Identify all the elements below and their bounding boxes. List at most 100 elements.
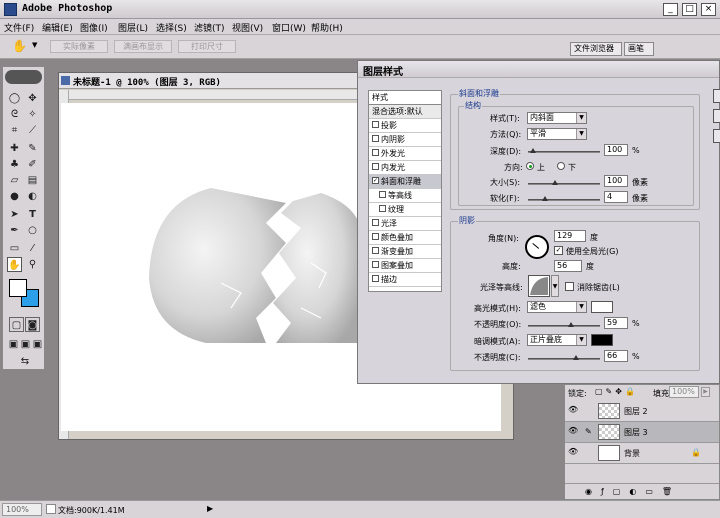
tab-brushes[interactable]: 画笔: [624, 42, 654, 56]
zoom-input[interactable]: 100%: [2, 503, 42, 516]
style-inner-shadow[interactable]: 内阴影: [369, 133, 441, 147]
style-gradient-overlay[interactable]: 渐变叠加: [369, 245, 441, 259]
shadow-opacity-input[interactable]: 66: [604, 350, 628, 362]
cancel-button-edge[interactable]: [713, 109, 720, 123]
size-slider[interactable]: [528, 180, 600, 185]
technique-select[interactable]: 平滑 ▼: [527, 128, 587, 140]
checkbox[interactable]: [379, 205, 386, 212]
style-select[interactable]: 内斜面 ▼: [527, 112, 587, 124]
tab-file-browser[interactable]: 文件浏览器: [570, 42, 622, 56]
shadow-opacity-slider[interactable]: [528, 355, 600, 360]
standard-mode-icon[interactable]: ▢: [9, 317, 24, 332]
close-button[interactable]: ×: [701, 3, 716, 16]
menu-image[interactable]: 图像(I): [80, 21, 108, 34]
healing-icon[interactable]: ✚: [7, 141, 22, 156]
global-light-checkbox[interactable]: ✓: [554, 246, 563, 255]
minimize-button[interactable]: _: [663, 3, 678, 16]
style-pattern-overlay[interactable]: 图案叠加: [369, 259, 441, 273]
eye-icon[interactable]: 👁: [568, 427, 578, 435]
menu-layer[interactable]: 图层(L): [118, 21, 148, 34]
checkbox[interactable]: [372, 149, 379, 156]
angle-dial[interactable]: [525, 235, 549, 259]
hand-icon[interactable]: ✋: [7, 257, 22, 272]
stamp-icon[interactable]: ♣: [7, 157, 22, 172]
notes-icon[interactable]: ▭: [7, 241, 22, 256]
angle-input[interactable]: 129: [554, 230, 586, 242]
checkbox[interactable]: [372, 219, 379, 226]
layer-row[interactable]: 👁 图层 2: [565, 401, 719, 422]
history-brush-icon[interactable]: ✐: [25, 157, 40, 172]
lock-icons[interactable]: ▢✎✥🔒: [595, 387, 638, 396]
path-select-icon[interactable]: ➤: [7, 207, 22, 222]
checkbox-checked[interactable]: ✓: [372, 177, 379, 184]
menu-view[interactable]: 视图(V): [232, 21, 263, 34]
pen-icon[interactable]: ✒: [7, 223, 22, 238]
gradient-icon[interactable]: ▤: [25, 173, 40, 188]
shape-icon[interactable]: ○: [25, 223, 40, 238]
marquee-icon[interactable]: ◯: [7, 91, 22, 106]
style-blending-options[interactable]: 混合选项:默认: [369, 105, 441, 119]
quickmask-mode-icon[interactable]: ◙: [25, 317, 40, 332]
slider-thumb[interactable]: [568, 322, 574, 327]
eraser-icon[interactable]: ▱: [7, 173, 22, 188]
menu-edit[interactable]: 编辑(E): [42, 21, 73, 34]
slider-thumb[interactable]: [542, 196, 548, 201]
style-texture[interactable]: 纹理: [369, 203, 441, 217]
soften-slider[interactable]: [528, 196, 600, 201]
chevron-down-icon[interactable]: ▼: [551, 275, 559, 297]
actual-pixels-button[interactable]: 实际像素: [50, 40, 108, 53]
highlight-color-swatch[interactable]: [591, 301, 613, 313]
layer-row[interactable]: 👁 背景 🔒: [565, 443, 719, 464]
menu-filter[interactable]: 滤镜(T): [194, 21, 225, 34]
style-color-overlay[interactable]: 颜色叠加: [369, 231, 441, 245]
style-bevel-emboss[interactable]: ✓ 斜面和浮雕: [369, 175, 441, 189]
layers-bottom-toolbar[interactable]: ◉ƒ▢◐▭🗑: [565, 483, 719, 499]
size-input[interactable]: 100: [604, 175, 628, 187]
eyedropper-icon[interactable]: ⁄: [25, 241, 40, 256]
slider-thumb[interactable]: [573, 355, 579, 360]
blur-icon[interactable]: ●: [7, 189, 22, 204]
foreground-color-swatch[interactable]: [9, 279, 27, 297]
style-drop-shadow[interactable]: 投影: [369, 119, 441, 133]
type-icon[interactable]: T: [25, 207, 40, 222]
gloss-contour-picker[interactable]: [528, 275, 550, 297]
style-stroke[interactable]: 描边: [369, 273, 441, 287]
dodge-icon[interactable]: ◐: [25, 189, 40, 204]
style-outer-glow[interactable]: 外发光: [369, 147, 441, 161]
checkbox[interactable]: [372, 261, 379, 268]
brush-icon[interactable]: ✎: [25, 141, 40, 156]
print-size-button[interactable]: 打印尺寸: [178, 40, 236, 53]
move-icon[interactable]: ✥: [25, 91, 40, 106]
menu-window[interactable]: 窗口(W): [272, 21, 306, 34]
highlight-opacity-input[interactable]: 59: [604, 317, 628, 329]
checkbox[interactable]: [372, 233, 379, 240]
depth-slider[interactable]: [528, 148, 600, 153]
altitude-input[interactable]: 56: [554, 260, 582, 272]
chevron-right-icon[interactable]: ▶: [207, 504, 213, 513]
highlight-mode-select[interactable]: 滤色 ▼: [527, 301, 587, 313]
checkbox[interactable]: [372, 135, 379, 142]
shadow-mode-select[interactable]: 正片叠底 ▼: [527, 334, 587, 346]
antialias-checkbox[interactable]: [565, 282, 574, 291]
shadow-color-swatch[interactable]: [591, 334, 613, 346]
style-satin[interactable]: 光泽: [369, 217, 441, 231]
direction-up-radio[interactable]: [526, 162, 534, 170]
highlight-opacity-slider[interactable]: [528, 322, 600, 327]
eye-icon[interactable]: 👁: [568, 406, 578, 414]
zoom-icon[interactable]: ⚲: [25, 257, 40, 272]
style-inner-glow[interactable]: 内发光: [369, 161, 441, 175]
slice-icon[interactable]: ⟋: [25, 123, 40, 138]
ok-button-edge[interactable]: [713, 89, 720, 103]
checkbox[interactable]: [372, 121, 379, 128]
checkbox[interactable]: [372, 163, 379, 170]
menu-select[interactable]: 选择(S): [156, 21, 187, 34]
magic-wand-icon[interactable]: ✧: [25, 107, 40, 122]
menu-file[interactable]: 文件(F): [4, 21, 34, 34]
depth-input[interactable]: 100: [604, 144, 628, 156]
checkbox[interactable]: [372, 247, 379, 254]
hand-tool-icon[interactable]: ✋: [12, 39, 27, 53]
slider-thumb[interactable]: [552, 180, 558, 185]
maximize-button[interactable]: □: [682, 3, 697, 16]
direction-down-radio[interactable]: [557, 162, 565, 170]
checkbox[interactable]: [372, 275, 379, 282]
